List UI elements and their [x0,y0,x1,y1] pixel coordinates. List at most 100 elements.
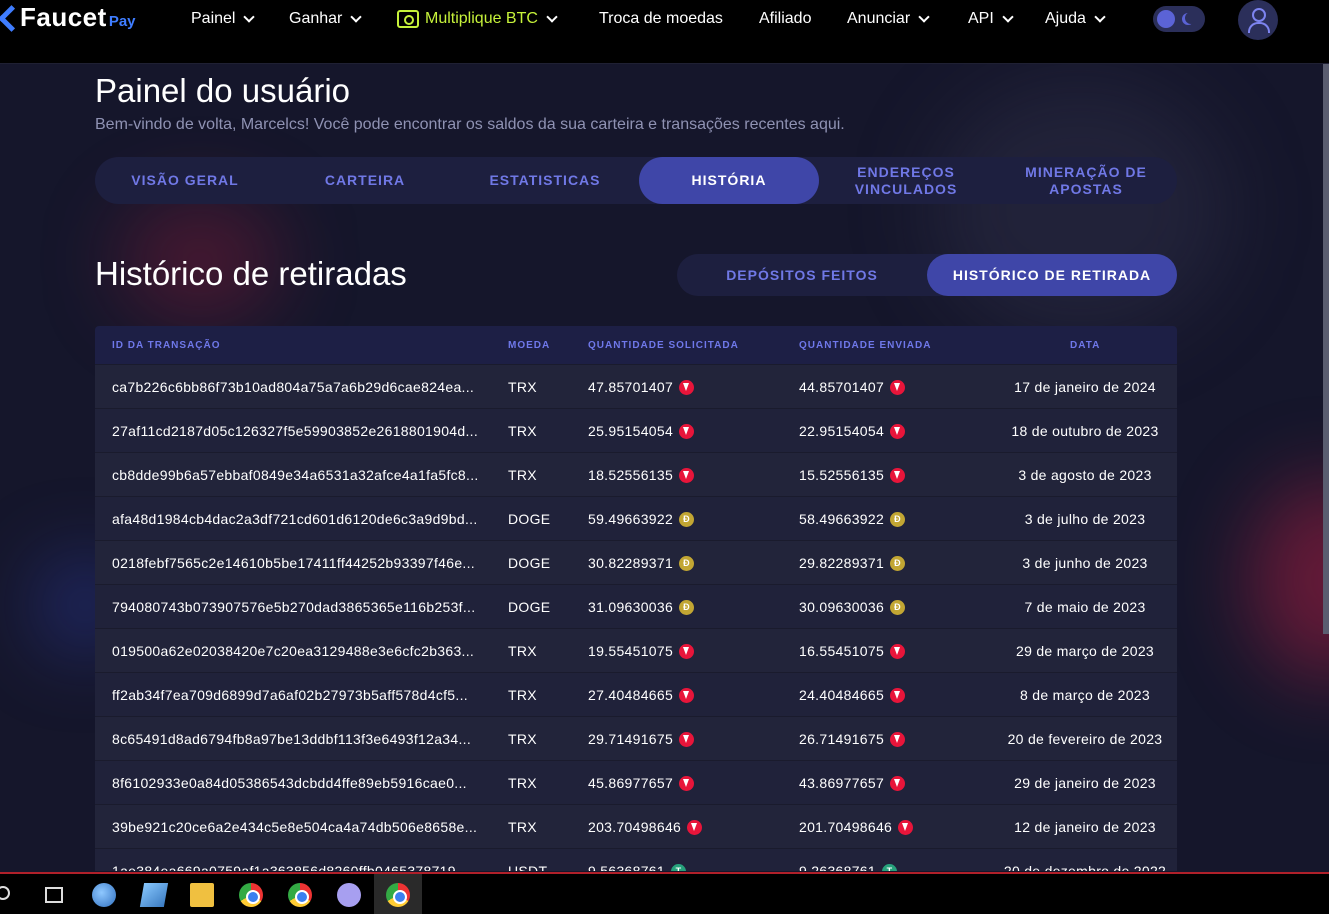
coin-symbol: TRX [508,819,537,835]
transaction-id[interactable]: 019500a62e02038420e7c20ea3129488e3e6cfc2… [112,643,500,659]
task-view-icon[interactable] [45,887,63,903]
nav-api[interactable]: API [968,10,1014,28]
nav-multiplique-btc[interactable]: Multiplique BTC [397,10,558,28]
sent-amount: 26.71491675 [799,731,906,747]
table-row: ca7b226c6bb86f73b10ad804a75a7a6b29d6cae8… [95,364,1177,408]
faucetpay-logo[interactable]: Faucet Pay [0,2,136,33]
sent-amount-value: 22.95154054 [799,423,885,439]
sent-amount-value: 24.40484665 [799,687,885,703]
table-row: 019500a62e02038420e7c20ea3129488e3e6cfc2… [95,628,1177,672]
coin-symbol: DOGE [508,599,551,615]
nav-painel[interactable]: Painel [191,10,256,28]
nav-anunciar-label: Anunciar [847,10,911,27]
usdt-coin-icon: T [881,863,897,871]
nav-ajuda[interactable]: Ajuda [1045,10,1106,28]
page-title: Painel do usuário [95,72,351,109]
transaction-date: 7 de maio de 2023 [1024,599,1146,615]
nav-afiliado-label: Afiliado [759,10,812,27]
transaction-date: 18 de outubro de 2023 [1011,423,1159,439]
requested-amount: 19.55451075 [588,643,695,659]
trx-coin-icon [890,379,906,395]
transaction-id[interactable]: ff2ab34f7ea709d6899d7a6af02b27973b5aff57… [112,687,500,703]
transaction-id[interactable]: 39be921c20ce6a2e434c5e8e504ca4a74db506e8… [112,819,500,835]
chrome-active-icon[interactable] [386,883,410,907]
sent-amount: 201.70498646 [799,819,914,835]
paint-app-icon[interactable] [92,883,116,907]
doge-coin-icon: Ð [890,599,906,615]
column-header-coin: MOEDA [508,340,551,351]
page-scrollbar[interactable] [1323,64,1329,634]
nav-afiliado[interactable]: Afiliado [759,10,811,28]
coin-symbol: USDT [508,863,548,871]
notes-app-icon[interactable] [139,883,169,907]
nav-ganhar[interactable]: Ganhar [289,10,363,28]
trx-coin-icon [890,467,906,483]
tab-carteira[interactable]: CARTEIRA [275,157,455,204]
column-header-date: DATA [1070,340,1101,351]
transaction-id[interactable]: 27af11cd2187d05c126327f5e59903852e261880… [112,423,500,439]
coin-symbol: TRX [508,379,537,395]
chrome-icon[interactable] [239,883,263,907]
requested-amount: 29.71491675 [588,731,695,747]
tab-visao-geral[interactable]: VISÃO GERAL [95,157,275,204]
tab-historico-de-retirada[interactable]: HISTÓRICO DE RETIRADA [927,254,1177,296]
trx-coin-icon [687,819,703,835]
tab-depositos-feitos[interactable]: DEPÓSITOS FEITOS [677,254,927,296]
transaction-id[interactable]: ca7b226c6bb86f73b10ad804a75a7a6b29d6cae8… [112,379,500,395]
sent-amount: 9.26368761 T [799,863,897,871]
search-icon[interactable] [0,886,10,900]
transaction-date: 12 de janeiro de 2023 [1014,819,1156,835]
transaction-id[interactable]: cb8dde99b6a57ebbaf0849e34a6531a32afce4a1… [112,467,500,483]
trx-coin-icon [890,687,906,703]
sent-amount-value: 26.71491675 [799,731,885,747]
section-title: Histórico de retiradas [95,255,407,292]
sent-amount: 58.49663922 Ð [799,511,906,527]
theme-toggle[interactable] [1153,6,1205,32]
transaction-date: 3 de agosto de 2023 [1018,467,1152,483]
nav-troca-label: Troca de moedas [599,10,723,27]
tab-enderecos-vinculados[interactable]: ENDEREÇOS VINCULADOS [816,157,996,204]
transaction-id[interactable]: 8c65491d8ad6794fb8a97be13ddbf113f3e6493f… [112,731,500,747]
requested-amount-value: 30.82289371 [588,555,674,571]
table-row: cb8dde99b6a57ebbaf0849e34a6531a32afce4a1… [95,452,1177,496]
sent-amount: 16.55451075 [799,643,906,659]
sent-amount-value: 9.26368761 [799,863,876,871]
requested-amount-value: 29.71491675 [588,731,674,747]
user-avatar[interactable] [1238,0,1278,40]
tab-estatisticas[interactable]: ESTATISTICAS [455,157,635,204]
requested-amount-value: 25.95154054 [588,423,674,439]
transaction-date: 20 de dezembro de 2022 [1003,863,1167,871]
nav-api-label: API [968,10,994,27]
trx-coin-icon [679,423,695,439]
column-header-requested: QUANTIDADE SOLICITADA [588,340,739,351]
moon-icon [1185,12,1197,24]
requested-amount-value: 18.52556135 [588,467,674,483]
transaction-id[interactable]: 794080743b073907576e5b270dad3865365e116b… [112,599,500,615]
requested-amount-value: 19.55451075 [588,643,674,659]
coin-symbol: DOGE [508,555,551,571]
transaction-id[interactable]: 1ae384ea669a0759af1a363856d8260ffb046537… [112,863,500,871]
requested-amount: 47.85701407 [588,379,695,395]
trx-coin-icon [890,643,906,659]
transaction-id[interactable]: 0218febf7565c2e14610b5be17411ff44252b933… [112,555,500,571]
tab-historia[interactable]: HISTÓRIA [639,157,819,204]
sent-amount: 22.95154054 [799,423,906,439]
table-row: 8c65491d8ad6794fb8a97be13ddbf113f3e6493f… [95,716,1177,760]
file-explorer-icon[interactable] [190,883,214,907]
transaction-id[interactable]: 8f6102933e0a84d05386543dcbdd4ffe89eb5916… [112,775,500,791]
transaction-date: 29 de janeiro de 2023 [1014,775,1156,791]
transaction-id[interactable]: afa48d1984cb4dac2a3df721cd601d6120de6c3a… [112,511,500,527]
nav-anunciar[interactable]: Anunciar [847,10,930,28]
trx-coin-icon [898,819,914,835]
sent-amount-value: 58.49663922 [799,511,885,527]
table-header: ID DA TRANSAÇÃO MOEDA QUANTIDADE SOLICIT… [95,326,1177,364]
requested-amount-value: 47.85701407 [588,379,674,395]
sent-amount: 30.09630036 Ð [799,599,906,615]
nav-painel-label: Painel [191,10,236,27]
trx-coin-icon [890,731,906,747]
sent-amount-value: 29.82289371 [799,555,885,571]
chrome-profile-icon[interactable] [288,883,312,907]
tab-mineracao-de-apostas[interactable]: MINERAÇÃO DE APOSTAS [996,157,1176,204]
app-profile-icon[interactable] [337,883,361,907]
nav-troca-de-moedas[interactable]: Troca de moedas [599,10,723,28]
